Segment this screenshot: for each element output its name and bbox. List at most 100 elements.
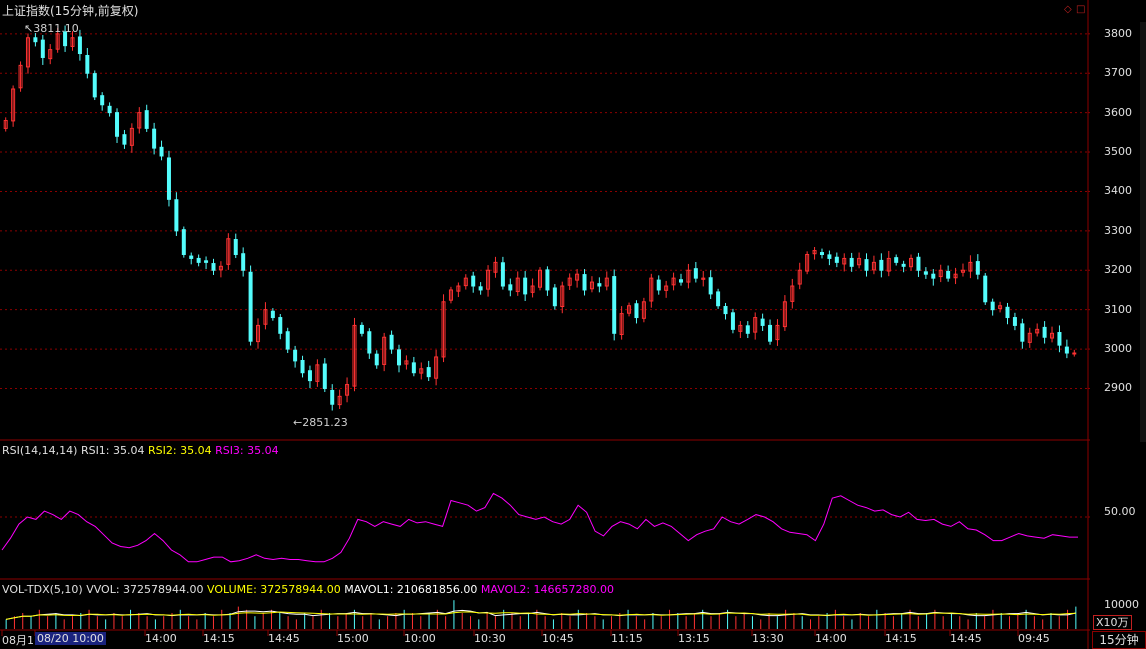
low-value: 2851.23 xyxy=(302,416,348,429)
price-axis-label: 3000 xyxy=(1104,342,1132,356)
candle-body xyxy=(100,95,105,106)
candle-body xyxy=(508,284,513,291)
low-annotation: ←2851.23 xyxy=(293,416,348,429)
time-axis-label: 10:45 xyxy=(542,632,574,645)
price-axis-label: 3800 xyxy=(1104,26,1132,40)
candle-body xyxy=(1042,326,1047,338)
high-value: 3811.10 xyxy=(33,22,79,35)
candle-body xyxy=(307,370,312,382)
rsi2-value: RSI2: 35.04 xyxy=(148,444,212,457)
candle-body xyxy=(330,389,335,405)
candle-body xyxy=(144,110,149,129)
time-axis-label: 14:15 xyxy=(203,632,235,645)
candle-body xyxy=(248,271,253,342)
time-axis-label: 15:00 xyxy=(337,632,369,645)
candle-body xyxy=(827,254,832,259)
candle-body xyxy=(359,324,364,334)
kline-chart[interactable] xyxy=(0,0,1090,649)
candle-body xyxy=(471,275,476,287)
candle-body xyxy=(204,260,209,263)
candle-body xyxy=(374,353,379,366)
candle-body xyxy=(916,256,921,271)
candle-body xyxy=(597,283,602,287)
candle-body xyxy=(174,199,179,232)
candle-body xyxy=(612,276,617,334)
price-axis-label: 3300 xyxy=(1104,223,1132,237)
time-axis-label: 14:45 xyxy=(950,632,982,645)
candle-body xyxy=(211,263,216,271)
candle-body xyxy=(864,259,869,271)
candle-body xyxy=(923,271,928,275)
mavol1-value: MAVOL1: 210681856.00 xyxy=(344,583,478,596)
period-button[interactable]: 15分钟 xyxy=(1092,631,1146,649)
candle-body xyxy=(1005,306,1010,319)
time-axis-label: 09:45 xyxy=(1018,632,1050,645)
candle-body xyxy=(723,306,728,315)
candle-body xyxy=(1072,352,1077,355)
candle-body xyxy=(946,270,951,279)
candle-body xyxy=(33,37,38,43)
candle-body xyxy=(367,331,372,354)
price-axis-label: 2900 xyxy=(1104,381,1132,395)
candle-body xyxy=(189,255,194,259)
rsi-axis-label: 50.00 xyxy=(1104,505,1136,518)
high-annotation: ↖3811.10 xyxy=(24,22,79,35)
candle-body xyxy=(582,274,587,291)
candle-body xyxy=(1064,346,1069,354)
candle-body xyxy=(879,259,884,271)
candle-body xyxy=(77,36,82,55)
time-axis-label: 13:30 xyxy=(752,632,784,645)
candle-body xyxy=(523,277,528,295)
candle-body xyxy=(849,257,854,267)
rsi-line xyxy=(1,492,1078,563)
time-axis-label: 14:45 xyxy=(268,632,300,645)
candle-body xyxy=(159,146,164,157)
candle-body xyxy=(115,112,120,137)
candle-body xyxy=(1020,323,1025,342)
rsi3-value: RSI3: 35.04 xyxy=(215,444,279,457)
candle-body xyxy=(322,363,327,389)
candle-body xyxy=(716,291,721,307)
time-axis-label: 14:15 xyxy=(885,632,917,645)
candle-body xyxy=(152,128,157,149)
candle-body xyxy=(819,252,824,255)
candle-body xyxy=(196,257,201,263)
candle-body xyxy=(1057,332,1062,346)
vol-name: VOL-TDX(5,10) xyxy=(2,583,83,596)
candle-body xyxy=(181,229,186,255)
candle-body xyxy=(426,367,431,378)
candle-body xyxy=(241,253,246,271)
candle-body xyxy=(285,331,290,350)
scrollbar[interactable] xyxy=(1140,22,1146,442)
candle-body xyxy=(1012,317,1017,326)
candle-body xyxy=(107,105,112,114)
candle-body xyxy=(730,312,735,330)
candle-body xyxy=(300,359,305,374)
candle-body xyxy=(552,287,557,307)
volume-value: VOLUME: 372578944.00 xyxy=(207,583,341,596)
price-axis-label: 3200 xyxy=(1104,263,1132,277)
candle-body xyxy=(278,317,283,334)
vol-axis-label: 10000 xyxy=(1104,598,1139,611)
candle-body xyxy=(894,257,899,263)
price-axis-label: 3700 xyxy=(1104,66,1132,80)
candle-body xyxy=(122,134,127,145)
candle-body xyxy=(656,279,661,291)
vol-header: VOL-TDX(5,10) VVOL: 372578944.00 VOLUME:… xyxy=(2,583,614,596)
volume-unit: X10万 xyxy=(1093,615,1132,630)
candle-body xyxy=(678,279,683,283)
candle-body xyxy=(270,310,275,319)
price-axis-label: 3400 xyxy=(1104,184,1132,198)
time-axis-label: 14:00 xyxy=(145,632,177,645)
candle-body xyxy=(233,239,238,255)
price-axis-label: 3600 xyxy=(1104,105,1132,119)
candle-body xyxy=(901,263,906,267)
time-axis-label: 08/20 10:00 xyxy=(35,632,106,645)
candle-body xyxy=(975,261,980,275)
mavol2-value: MAVOL2: 146657280.00 xyxy=(480,583,615,596)
candle-body xyxy=(745,325,750,334)
candle-body xyxy=(85,54,90,74)
candle-body xyxy=(397,349,402,366)
time-axis-label: 08月1 xyxy=(2,634,34,647)
candle-body xyxy=(990,301,995,311)
